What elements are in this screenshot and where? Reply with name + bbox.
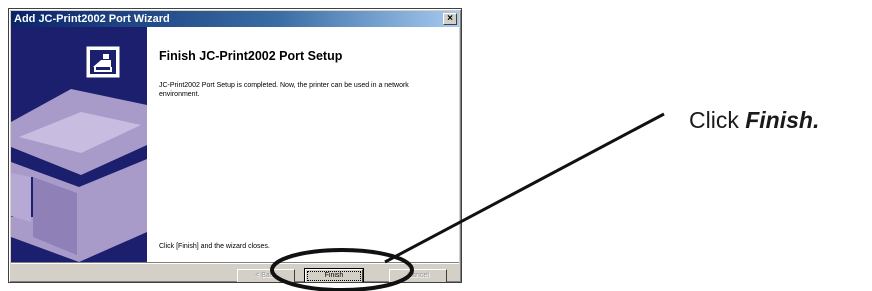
finish-highlight-ring xyxy=(270,248,414,291)
instruction-prefix: Click xyxy=(689,107,746,133)
callout-line xyxy=(384,112,665,264)
instruction-target: Finish. xyxy=(745,107,820,133)
callout-overlay xyxy=(270,112,665,291)
instruction-callout: Click Finish. xyxy=(689,107,819,134)
